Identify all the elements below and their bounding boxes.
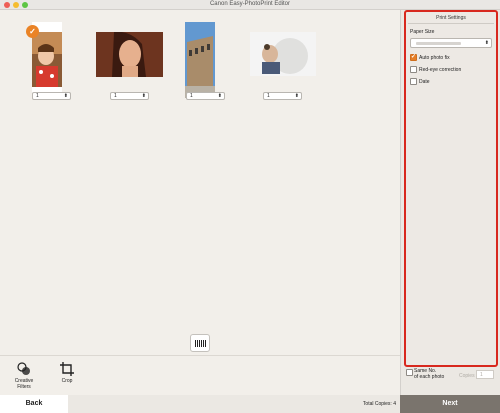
copies-input[interactable]: 1: [476, 370, 494, 379]
quantity-stepper-2[interactable]: 1 ⬍: [110, 92, 149, 100]
creative-filters-label: Creative Filters: [14, 378, 34, 390]
photo-thumbnail-3[interactable]: [185, 22, 215, 98]
back-button[interactable]: Back: [0, 395, 68, 413]
date-label: Date: [419, 79, 430, 85]
paper-size-dropdown[interactable]: ⬍: [410, 38, 492, 48]
tool-bar: Creative Filters Crop: [0, 355, 400, 395]
stepper-arrows-icon: ⬍: [294, 93, 299, 99]
quantity-stepper-3[interactable]: 1 ⬍: [186, 92, 225, 100]
total-copies-text: Total Copies: 4: [362, 401, 396, 407]
footer-status: Total Copies: 4: [68, 395, 400, 413]
paper-size-value: [416, 42, 461, 45]
dropdown-arrows-icon: ⬍: [484, 40, 489, 46]
stepper-arrows-icon: ⬍: [63, 93, 68, 99]
red-eye-correction-checkbox[interactable]: [410, 66, 417, 73]
quantity-stepper-4[interactable]: 1 ⬍: [263, 92, 302, 100]
red-eye-correction-label: Red-eye correction: [419, 67, 462, 73]
crop-icon: [60, 362, 74, 376]
stepper-arrows-icon: ⬍: [217, 93, 222, 99]
woman-photo-image: [96, 32, 163, 77]
creative-filters-button[interactable]: Creative Filters: [10, 362, 38, 390]
layout-view-button[interactable]: [190, 334, 210, 352]
crop-label: Crop: [61, 378, 73, 384]
crop-button[interactable]: Crop: [56, 362, 78, 384]
baby-photo-image: [250, 32, 316, 76]
auto-photo-fix-checkbox[interactable]: [410, 53, 417, 61]
print-settings-panel: Print Settings Paper Size ⬍ Auto photo f…: [404, 10, 498, 367]
divider: [408, 23, 494, 24]
date-checkbox[interactable]: [410, 78, 417, 85]
print-settings-title: Print Settings: [436, 15, 466, 21]
auto-photo-fix-label: Auto photo fix: [419, 55, 450, 61]
same-no-checkbox[interactable]: [406, 369, 413, 376]
right-panel: Print Settings Paper Size ⬍ Auto photo f…: [400, 10, 500, 395]
photo-area: ✓ 1 ⬍ 1 ⬍ 1 ⬍ 1 ⬍: [0, 10, 400, 355]
paper-size-label: Paper Size: [410, 29, 435, 35]
next-button[interactable]: Next: [400, 395, 500, 413]
photo-thumbnail-4[interactable]: [250, 32, 316, 76]
same-no-label: Same No. of each photo: [414, 368, 445, 380]
building-photo-image: [185, 22, 215, 98]
quantity-stepper-1[interactable]: 1 ⬍: [32, 92, 71, 100]
creative-filters-icon: [17, 362, 30, 375]
photo-thumbnail-2[interactable]: [96, 32, 163, 77]
window-title: Canon Easy-PhotoPrint Editor: [209, 1, 291, 7]
window-titlebar: Canon Easy-PhotoPrint Editor: [0, 0, 500, 10]
copies-label: Copies: [459, 373, 475, 379]
stepper-arrows-icon: ⬍: [141, 93, 146, 99]
footer-bar: Back Total Copies: 4 Next: [0, 395, 500, 413]
selected-check-icon: ✓: [26, 25, 39, 38]
